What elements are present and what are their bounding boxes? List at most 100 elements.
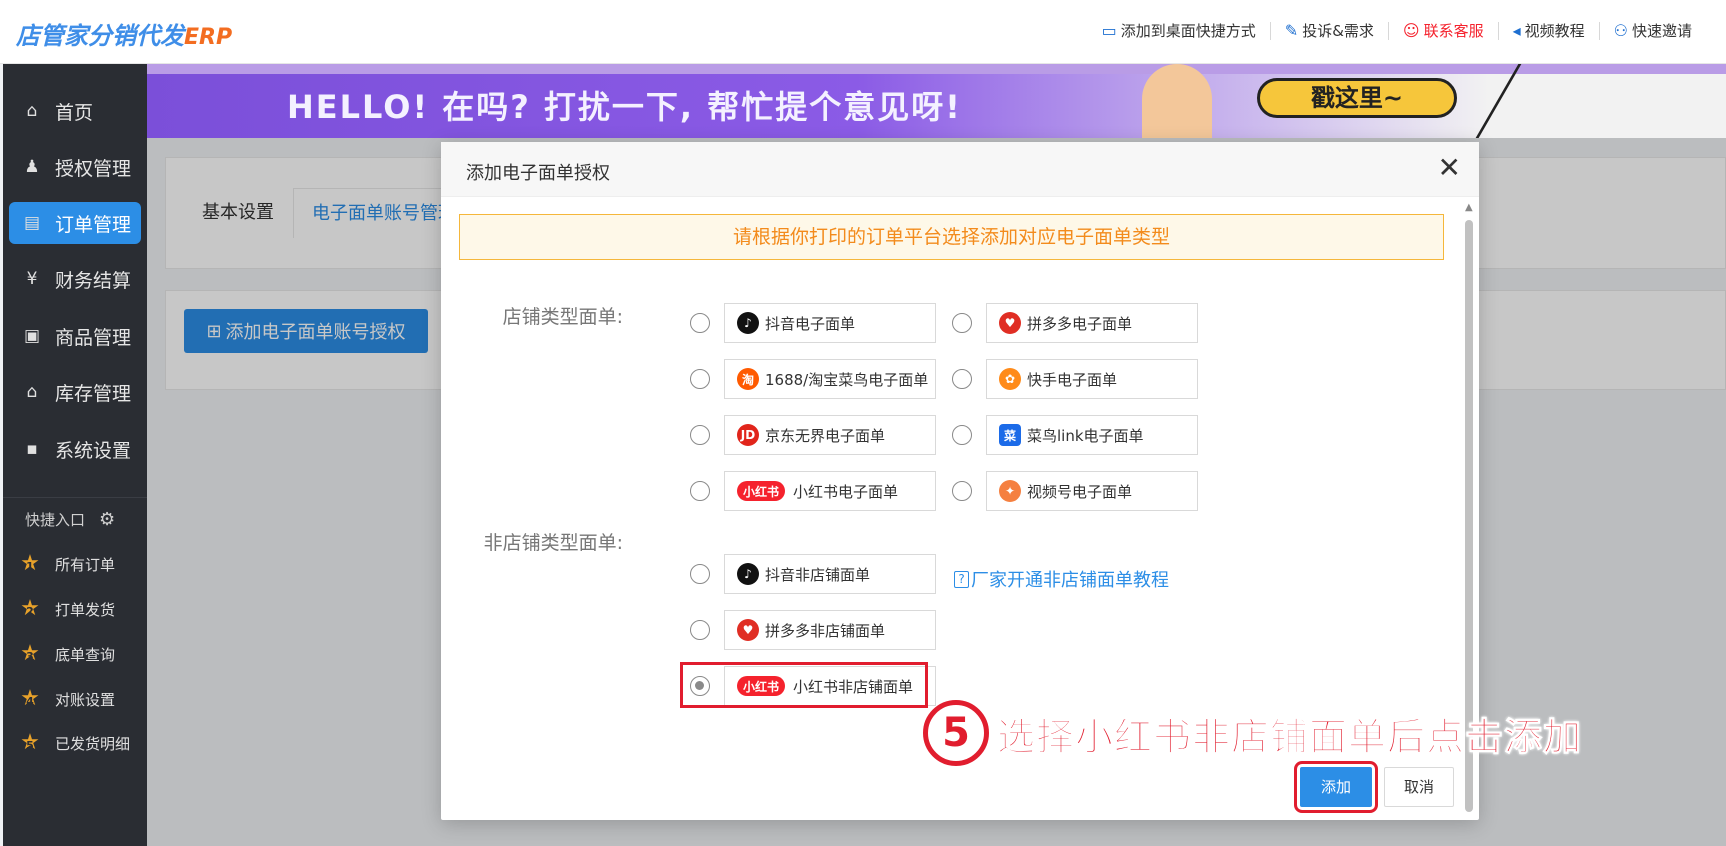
douyin-icon: ♪ (737, 312, 759, 334)
radio[interactable] (952, 313, 972, 333)
quick-item-record-query[interactable]: ★ 3 底单查询 (19, 643, 115, 665)
scroll-up-icon[interactable]: ▲ (1465, 202, 1473, 213)
option-label: 快手电子面单 (1027, 370, 1118, 389)
radio[interactable] (690, 620, 710, 640)
star-icon: ★ 5 (20, 730, 40, 755)
option-box[interactable]: ♥ 拼多多电子面单 (986, 303, 1198, 343)
sidebar-item-home[interactable]: ⌂ 首页 (9, 90, 141, 132)
radio[interactable] (690, 369, 710, 389)
logo-erp: ERP (184, 25, 233, 50)
sidebar-item-label: 财务结算 (55, 269, 132, 292)
option-box[interactable]: 菜 菜鸟link电子面单 (986, 415, 1198, 455)
radio[interactable] (690, 425, 710, 445)
sidebar-divider (3, 497, 147, 498)
option-box[interactable]: ♪ 抖音电子面单 (724, 303, 936, 343)
sidebar-item-finance[interactable]: ¥ 财务结算 (9, 258, 141, 300)
sidebar-item-orders[interactable]: ▤ 订单管理 (9, 202, 141, 244)
sidebar-item-inventory[interactable]: ⌂ 库存管理 (9, 371, 141, 413)
option-box[interactable]: JD 京东无界电子面单 (724, 415, 936, 455)
sidebar-item-label: 系统设置 (55, 439, 132, 462)
step-number-badge: 5 (923, 700, 989, 766)
step-annotation: 5 选择小红书非店铺面单后点击添加 (923, 700, 1582, 766)
app-logo[interactable]: 店管家分销代发ERP (16, 16, 232, 51)
jd-icon: JD (737, 424, 759, 446)
banner-decoration (1475, 64, 1719, 138)
quick-item-label: 对账设置 (55, 690, 116, 709)
feedback-banner[interactable]: HELLO! 在吗? 打扰一下, 帮忙提个意见呀! 戳这里~ (147, 64, 1726, 138)
nav-label: 联系客服 (1423, 22, 1484, 40)
quick-item-shipped[interactable]: ★ 5 已发货明细 (19, 732, 130, 754)
notice-banner: 请根据你打印的订单平台选择添加对应电子面单类型 (459, 214, 1444, 260)
monitor-icon: ▭ (1101, 21, 1117, 40)
option-douyin-nonshop[interactable]: ♪ 抖音非店铺面单 (690, 554, 936, 594)
home-icon: ⌂ (26, 101, 38, 121)
sidebar: ⌂ 首页 ♟ 授权管理 ▤ 订单管理 ¥ 财务结算 ▣ 商品管理 ⌂ 库存管理 … (3, 64, 147, 846)
cancel-button[interactable]: 取消 (1384, 767, 1454, 807)
gear-icon[interactable]: ⚙ (99, 509, 115, 530)
star-number: 5 (26, 739, 34, 752)
option-box[interactable]: 淘 1688/淘宝菜鸟电子面单 (724, 359, 936, 399)
option-xiaohongshu[interactable]: 小红书 小红书电子面单 (690, 471, 936, 511)
close-icon[interactable]: ✕ (1438, 154, 1461, 182)
nonshop-tutorial-link[interactable]: ? 厂家开通非店铺面单教程 (954, 566, 1169, 592)
option-pinduoduo-nonshop[interactable]: ♥ 拼多多非店铺面单 (690, 610, 936, 650)
user-key-icon: ♟ (24, 157, 40, 177)
logo-text: 店管家分销代发 (16, 22, 184, 50)
option-box[interactable]: 小红书 小红书电子面单 (724, 471, 936, 511)
nav-label: 投诉&需求 (1302, 22, 1374, 40)
add-to-desktop-link[interactable]: ▭ 添加到桌面快捷方式 (1088, 20, 1270, 41)
option-taobao[interactable]: 淘 1688/淘宝菜鸟电子面单 (690, 359, 936, 399)
radio[interactable] (952, 481, 972, 501)
sidebar-item-settings[interactable]: ▪ 系统设置 (9, 428, 141, 470)
annotation-highlight-box (680, 662, 928, 708)
option-douyin[interactable]: ♪ 抖音电子面单 (690, 303, 936, 343)
option-box[interactable]: ♪ 抖音非店铺面单 (724, 554, 936, 594)
radio[interactable] (690, 313, 710, 333)
modal-title: 添加电子面单授权 (466, 163, 610, 184)
quick-item-all-orders[interactable]: ★ 1 所有订单 (19, 553, 115, 575)
radio[interactable] (690, 481, 710, 501)
option-label: 抖音非店铺面单 (765, 565, 871, 584)
option-label: 抖音电子面单 (765, 314, 856, 333)
sidebar-item-label: 库存管理 (55, 382, 132, 405)
star-icon: ★ 2 (20, 596, 40, 621)
option-jd[interactable]: JD 京东无界电子面单 (690, 415, 936, 455)
contact-service-link[interactable]: ☺ 联系客服 (1389, 20, 1498, 41)
star-number: 3 (26, 650, 34, 663)
option-kuaishou[interactable]: ✿ 快手电子面单 (952, 359, 1198, 399)
radio[interactable] (952, 425, 972, 445)
radio[interactable] (952, 369, 972, 389)
option-pinduoduo[interactable]: ♥ 拼多多电子面单 (952, 303, 1198, 343)
quick-item-label: 底单查询 (55, 645, 116, 664)
sidebar-item-goods[interactable]: ▣ 商品管理 (9, 315, 141, 357)
quick-item-label: 所有订单 (55, 555, 116, 574)
sidebar-item-label: 商品管理 (55, 326, 132, 349)
option-box[interactable]: ✿ 快手电子面单 (986, 359, 1198, 399)
option-box[interactable]: ♥ 拼多多非店铺面单 (724, 610, 936, 650)
option-cainiao-link[interactable]: 菜 菜鸟link电子面单 (952, 415, 1198, 455)
option-box[interactable]: ✦ 视频号电子面单 (986, 471, 1198, 511)
sidebar-item-auth[interactable]: ♟ 授权管理 (9, 146, 141, 188)
option-label: 京东无界电子面单 (765, 426, 886, 445)
sidebar-item-label: 授权管理 (55, 157, 132, 180)
service-icon: ☺ (1402, 21, 1420, 40)
star-icon: ★ 1 (20, 551, 40, 576)
confirm-add-button[interactable]: 添加 (1294, 761, 1378, 813)
nav-label: 快速邀请 (1631, 22, 1692, 40)
settings-icon: ▪ (26, 439, 38, 459)
option-label: 拼多多非店铺面单 (765, 621, 886, 640)
banner-button[interactable]: 戳这里~ (1257, 78, 1457, 118)
cainiao-icon: 菜 (999, 424, 1021, 446)
feedback-link[interactable]: ✎ 投诉&需求 (1271, 20, 1388, 41)
quick-item-label: 已发货明细 (55, 734, 131, 753)
nonshop-type-label: 非店铺类型面单: (483, 532, 623, 554)
option-shipinhao[interactable]: ✦ 视频号电子面单 (952, 471, 1198, 511)
banner-text: HELLO! 在吗? 打扰一下, 帮忙提个意见呀! (287, 88, 962, 126)
video-tutorial-link[interactable]: ◂ 视频教程 (1499, 20, 1599, 41)
order-icon: ▤ (23, 213, 41, 233)
quick-item-reconcile[interactable]: ★ 4 对账设置 (19, 688, 115, 710)
quick-invite-link[interactable]: ⚇ 快速邀请 (1600, 20, 1706, 41)
quick-item-print-ship[interactable]: ★ 2 打单发货 (19, 598, 115, 620)
option-label: 拼多多电子面单 (1027, 314, 1133, 333)
radio[interactable] (690, 564, 710, 584)
